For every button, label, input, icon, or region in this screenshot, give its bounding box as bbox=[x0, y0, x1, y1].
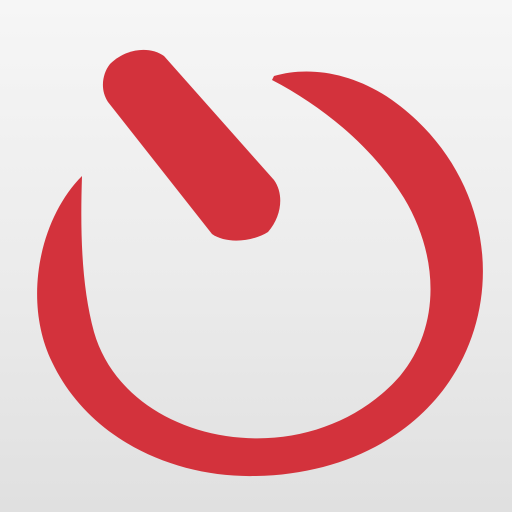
power-timer-icon bbox=[37, 49, 483, 477]
ring-stroke bbox=[37, 71, 483, 477]
power-bar bbox=[102, 49, 281, 241]
app-icon-tile bbox=[0, 0, 512, 512]
